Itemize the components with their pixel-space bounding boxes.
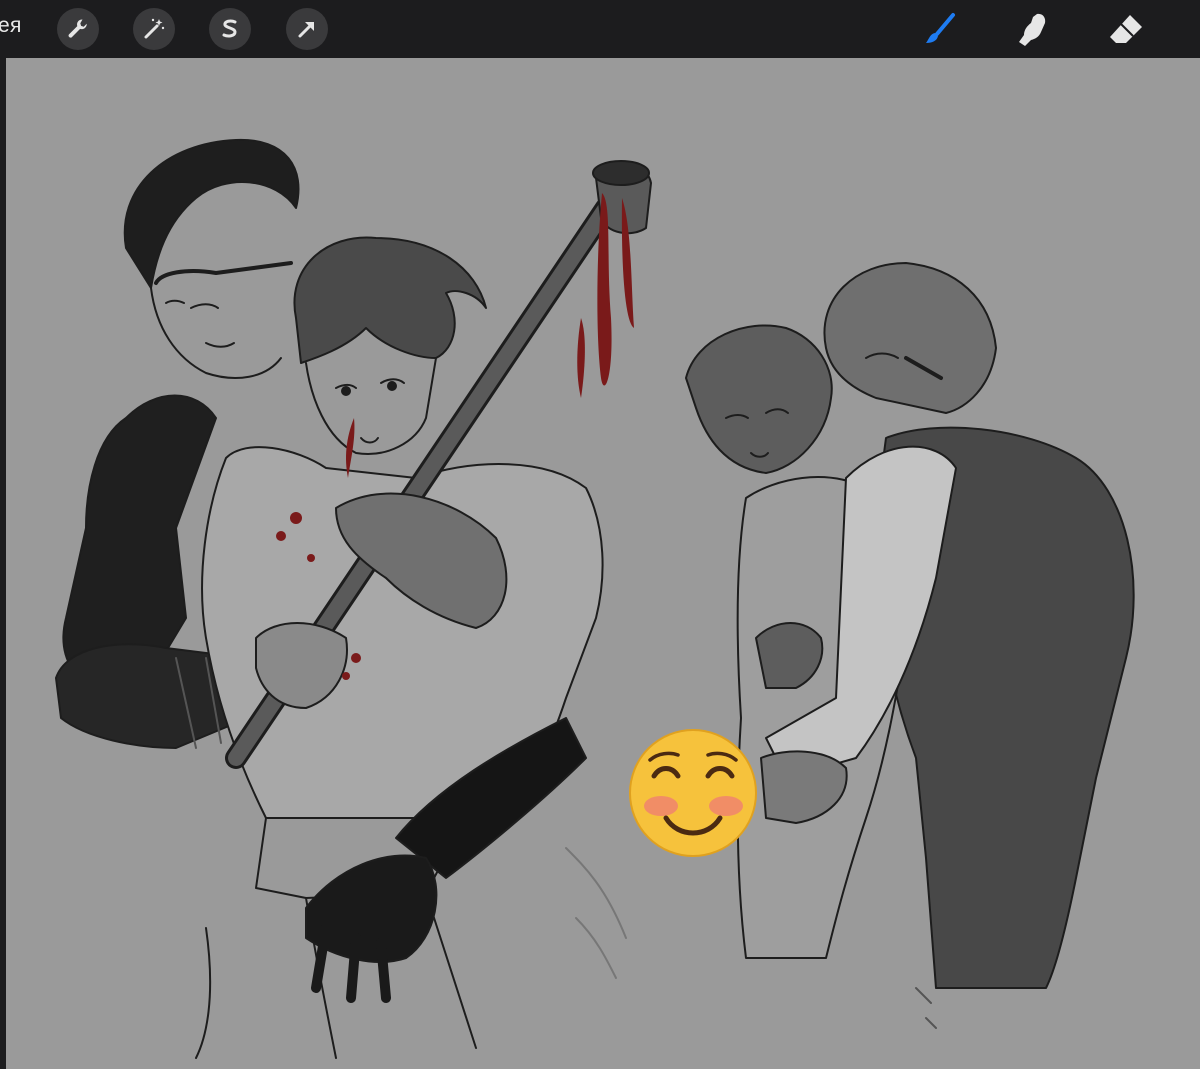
paint-brush-tool[interactable] — [918, 8, 962, 52]
sketch-artwork — [55, 138, 1135, 1059]
drawing-canvas[interactable] — [6, 58, 1200, 1069]
brush-icon — [926, 13, 955, 43]
transform-button[interactable] — [286, 8, 328, 50]
magic-wand-icon — [144, 18, 165, 39]
selection-button[interactable] — [209, 8, 251, 50]
top-toolbar: ея — [0, 0, 1200, 58]
eraser-icon — [1110, 15, 1142, 43]
arrow-cursor-icon — [298, 22, 314, 38]
smudge-tool[interactable] — [1011, 8, 1055, 52]
gallery-link[interactable]: ея — [0, 14, 22, 38]
actions-button[interactable] — [57, 8, 99, 50]
selection-s-icon — [222, 19, 237, 38]
adjustments-button[interactable] — [133, 8, 175, 50]
smiling-blush-emoji — [629, 729, 757, 857]
eraser-tool[interactable] — [1104, 8, 1148, 52]
smudge-finger-icon — [1019, 13, 1046, 46]
wrench-icon — [68, 19, 87, 38]
